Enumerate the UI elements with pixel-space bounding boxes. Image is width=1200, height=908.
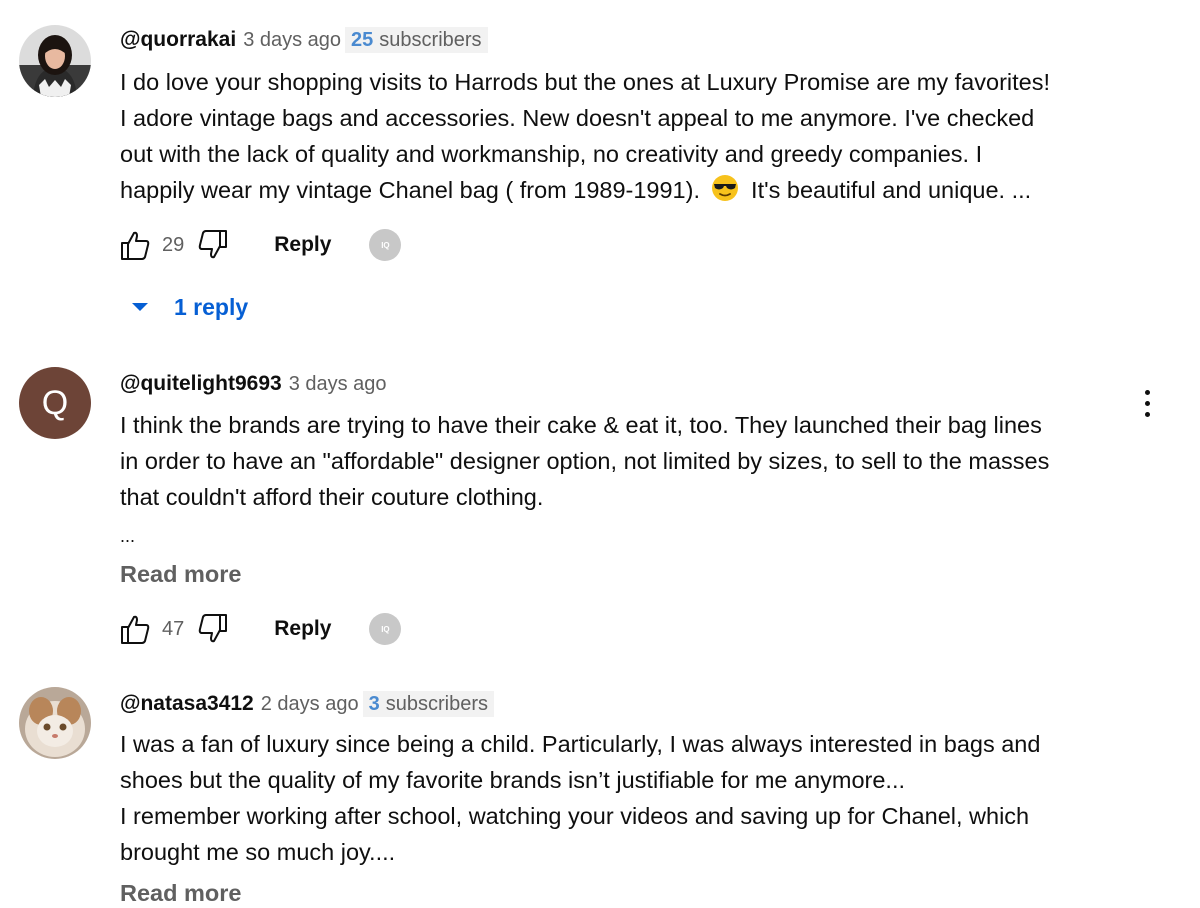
comment-line: brought me so much joy.... bbox=[120, 839, 396, 865]
comment-text: I do love your shopping visits to Harrod… bbox=[120, 64, 1130, 208]
extension-label: IQ bbox=[381, 624, 390, 634]
subscriber-count: 3 bbox=[368, 692, 380, 715]
author-name[interactable]: @quitelight9693 bbox=[120, 372, 282, 396]
comment-line: shoes but the quality of my favorite bra… bbox=[120, 767, 906, 793]
avatar-letter: Q bbox=[41, 383, 69, 422]
extension-label: IQ bbox=[381, 240, 390, 250]
comment-text: I was a fan of luxury since being a chil… bbox=[120, 726, 1130, 870]
comment-line: I adore vintage bags and accessories. Ne… bbox=[120, 105, 1035, 131]
comment-line: I remember working after school, watchin… bbox=[120, 803, 1030, 829]
thumbs-down-icon bbox=[199, 614, 228, 643]
comment-header: @natasa3412 2 days ago 3 subscribers bbox=[120, 689, 494, 719]
comment-line: out with the lack of quality and workman… bbox=[120, 141, 983, 167]
reply-button[interactable]: Reply bbox=[274, 233, 331, 257]
comment-line: in order to have an "affordable" designe… bbox=[120, 448, 1050, 474]
like-button[interactable] bbox=[116, 226, 154, 264]
like-count: 29 bbox=[162, 233, 185, 256]
comment-line: It's beautiful and unique. ... bbox=[751, 177, 1032, 203]
comment-actions: 47 Reply IQ bbox=[116, 609, 402, 649]
author-name[interactable]: @natasa3412 bbox=[120, 692, 254, 716]
comment-line: I think the brands are trying to have th… bbox=[120, 412, 1042, 438]
replies-count-label: 1 reply bbox=[174, 293, 249, 320]
comment-time[interactable]: 3 days ago bbox=[243, 29, 341, 52]
sunglasses-emoji bbox=[711, 174, 739, 202]
subscriber-label: subscribers bbox=[379, 28, 482, 51]
dislike-button[interactable] bbox=[194, 226, 232, 264]
comment-time[interactable]: 3 days ago bbox=[289, 373, 387, 396]
comment-header: @quitelight9693 3 days ago bbox=[120, 369, 387, 399]
more-vert-icon bbox=[1144, 389, 1150, 417]
comment-line: I was a fan of luxury since being a chil… bbox=[120, 731, 1041, 757]
dislike-button[interactable] bbox=[194, 610, 232, 648]
subscriber-badge: 3 subscribers bbox=[362, 691, 494, 717]
comment-line: happily wear my vintage Chanel bag ( fro… bbox=[120, 177, 700, 203]
comment-header: @quorrakai 3 days ago 25 subscribers bbox=[120, 25, 488, 55]
extension-icon[interactable]: IQ bbox=[369, 613, 402, 645]
thumbs-up-icon bbox=[121, 615, 150, 644]
reply-button[interactable]: Reply bbox=[274, 617, 331, 641]
avatar[interactable] bbox=[19, 687, 91, 759]
comment-time[interactable]: 2 days ago bbox=[261, 693, 359, 716]
comment-line: that couldn't afford their couture cloth… bbox=[120, 484, 544, 510]
view-replies-button[interactable]: 1 reply bbox=[130, 290, 248, 324]
truncation-ellipsis: ... bbox=[120, 526, 136, 546]
comment-text: I think the brands are trying to have th… bbox=[120, 407, 1130, 515]
comment-line: I do love your shopping visits to Harrod… bbox=[120, 69, 1050, 95]
subscriber-label: subscribers bbox=[385, 692, 488, 715]
like-count: 47 bbox=[162, 617, 185, 640]
comment-actions: 29 Reply IQ bbox=[116, 225, 402, 265]
author-name[interactable]: @quorrakai bbox=[120, 28, 236, 52]
read-more-button[interactable]: Read more bbox=[120, 561, 241, 588]
comment-line-with-emoji: happily wear my vintage Chanel bag ( fro… bbox=[120, 172, 1130, 208]
subscriber-count: 25 bbox=[351, 28, 374, 51]
subscriber-badge: 25 subscribers bbox=[345, 27, 488, 53]
caret-down-icon bbox=[132, 303, 148, 311]
thumbs-down-icon bbox=[199, 230, 228, 259]
more-actions-button[interactable] bbox=[1134, 383, 1160, 423]
read-more-button[interactable]: Read more bbox=[120, 880, 241, 907]
avatar[interactable] bbox=[19, 25, 91, 97]
thumbs-up-icon bbox=[121, 231, 150, 260]
like-button[interactable] bbox=[116, 610, 154, 648]
avatar[interactable]: Q bbox=[19, 367, 91, 439]
extension-icon[interactable]: IQ bbox=[369, 229, 402, 261]
